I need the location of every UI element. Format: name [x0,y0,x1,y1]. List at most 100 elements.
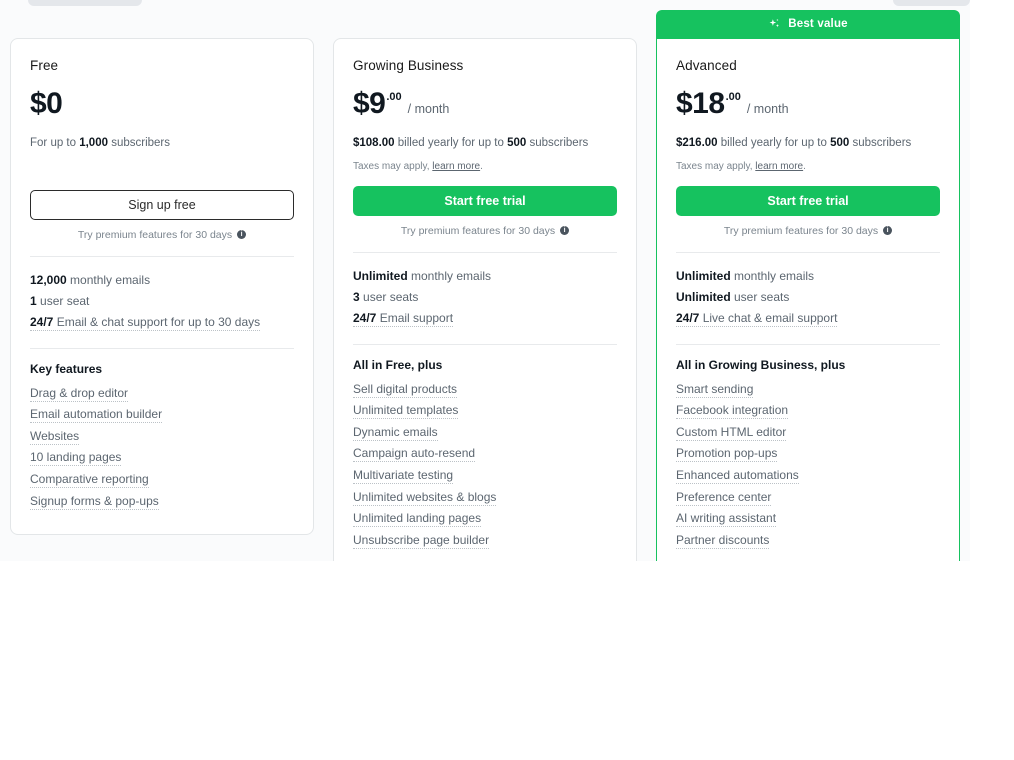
top-partial-chip-right[interactable] [893,0,970,6]
feature-tooltip-text[interactable]: Email automation builder [30,407,163,424]
feature-tooltip-text[interactable]: Sell digital products [353,381,458,398]
trial-note-label: Try premium features for 30 days [77,228,233,241]
price-amount: $0 [30,87,63,120]
feature-item: Partner discounts [676,530,940,552]
billing-note: $216.00 billed yearly for up to 500 subs… [676,137,912,149]
feature-tooltip-text[interactable]: Unlimited websites & blogs [353,489,497,506]
feature-item: Unlimited websites & blogs [353,487,617,509]
feature-tooltip-text[interactable]: Dynamic emails [353,424,438,441]
spec-tooltip-text[interactable]: 24/7 Live chat & email support [676,311,838,328]
feature-item: Preference center [676,487,940,509]
feature-item: Facebook integration [676,400,940,422]
feature-item: Unlimited templates [353,400,617,422]
price-cents: .00 [386,91,402,103]
spec-row: 24/7 Live chat & email support [676,308,940,329]
sign-up-free-button[interactable]: Sign up free [30,189,294,220]
price-cents: .00 [725,91,741,103]
divider [676,251,940,253]
spec-tooltip-text[interactable]: 24/7 Email support [353,311,454,328]
price-amount: $9 [353,87,386,120]
divider [676,343,940,345]
feature-item: Sell digital products [353,379,617,401]
feature-tooltip-text[interactable]: Websites [30,428,80,445]
features-title: All in Growing Business, plus [676,357,846,372]
pricing-card-column-growing-business: Growing Business $9.00 / month $108.00 bill… [333,10,637,561]
price-row: $18.00 / month [676,89,940,120]
spec-tooltip-text[interactable]: 24/7 Email & chat support for up to 30 d… [30,315,261,332]
tax-note: Taxes may apply, learn more. [353,160,483,172]
info-icon[interactable]: i [560,226,570,236]
pricing-card-column-free: Free $0 For up to 1,000 subscribers Sign up… [10,10,314,536]
feature-item: Campaign auto-resend [353,443,617,465]
feature-tooltip-text[interactable]: 10 landing pages [30,450,122,467]
feature-tooltip-text[interactable]: Smart sending [676,381,754,398]
spec-row: 1 user seat [30,293,90,308]
feature-tooltip-text[interactable]: Signup forms & pop-ups [30,493,159,510]
feature-tooltip-text[interactable]: Campaign auto-resend [353,446,476,463]
pricing-card: Advanced $18.00 / month $216.00 billed year… [656,38,960,561]
feature-item: Enhanced automations [676,465,940,487]
price-period: / month [746,102,789,116]
feature-item: Smart sending [676,379,940,401]
price-row: $0 [30,89,294,120]
spec-row: Unlimited monthly emails [353,268,492,283]
price-amount: $18 [676,87,725,120]
pricing-cards-row: Free $0 For up to 1,000 subscribers Sign up… [10,10,960,561]
pricing-card: Free $0 For up to 1,000 subscribers Sign up… [10,38,314,536]
trial-note-label: Try premium features for 30 days [400,224,556,237]
divider [30,347,294,349]
plan-name: Advanced [676,58,737,73]
feature-item: Unsubscribe page builder [353,530,617,552]
price-period: / month [407,102,450,116]
feature-tooltip-text[interactable]: Enhanced automations [676,467,799,484]
feature-item: Dynamic emails [353,422,617,444]
start-free-trial-button[interactable]: Start free trial [676,185,940,216]
sparkle-icon [768,18,781,31]
best-value-banner: Best value [656,10,960,38]
plan-specs: Unlimited monthly emails 3 user seats 24/7… [353,266,617,330]
start-free-trial-button[interactable]: Start free trial [353,185,617,216]
features-title: Key features [30,361,103,376]
spec-row: 12,000 monthly emails [30,272,151,287]
top-partial-chip-left[interactable] [28,0,142,6]
billing-note: $108.00 billed yearly for up to 500 subs… [353,137,589,149]
pricing-page: Free $0 For up to 1,000 subscribers Sign up… [0,0,970,561]
feature-item: Signup forms & pop-ups [30,491,294,513]
pricing-card: Growing Business $9.00 / month $108.00 bill… [333,38,637,561]
spec-row: Unlimited user seats [676,289,790,304]
feature-tooltip-text[interactable]: Unsubscribe page builder [353,532,490,549]
feature-item: Email automation builder [30,404,294,426]
trial-note: Try premium features for 30 days i [676,225,940,237]
learn-more-link[interactable]: learn more [755,161,803,172]
feature-tooltip-text[interactable]: Unlimited templates [353,403,459,420]
divider [30,255,294,257]
feature-tooltip-text[interactable]: Preference center [676,489,772,506]
price-row: $9.00 / month [353,89,617,120]
feature-tooltip-text[interactable]: Multivariate testing [353,467,454,484]
learn-more-link[interactable]: learn more [432,161,480,172]
feature-item: Drag & drop editor [30,383,294,405]
feature-item: Custom HTML editor [676,422,940,444]
billing-note: For up to 1,000 subscribers [30,137,170,149]
feature-tooltip-text[interactable]: AI writing assistant [676,511,777,528]
feature-tooltip-text[interactable]: Promotion pop-ups [676,446,778,463]
plan-specs: Unlimited monthly emails Unlimited user s… [676,266,940,330]
spec-row: 24/7 Email & chat support for up to 30 d… [30,312,294,333]
price-spacer [30,161,294,190]
features-title: All in Free, plus [353,357,443,372]
trial-note-label: Try premium features for 30 days [723,224,879,237]
feature-item: Unlimited landing pages [353,508,617,530]
feature-tooltip-text[interactable]: Drag & drop editor [30,385,129,402]
spec-row: Unlimited monthly emails [676,268,815,283]
feature-tooltip-text[interactable]: Facebook integration [676,403,789,420]
divider [353,251,617,253]
feature-tooltip-text[interactable]: Custom HTML editor [676,424,787,441]
feature-item: 10 landing pages [30,447,294,469]
feature-tooltip-text[interactable]: Partner discounts [676,532,770,549]
feature-item: Websites [30,426,294,448]
info-icon[interactable]: i [883,226,893,236]
feature-tooltip-text[interactable]: Unlimited landing pages [353,511,482,528]
divider [353,343,617,345]
info-icon[interactable]: i [237,230,247,240]
feature-tooltip-text[interactable]: Comparative reporting [30,471,149,488]
